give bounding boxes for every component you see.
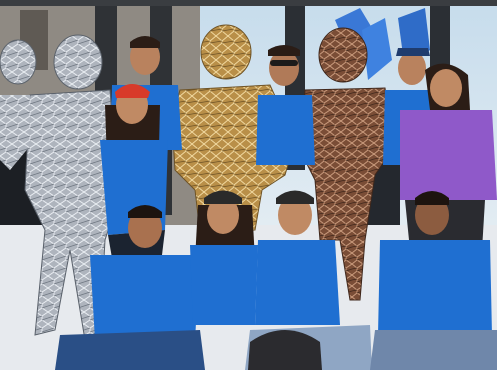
canopy-edge xyxy=(0,0,497,6)
person-front-woman xyxy=(190,190,258,325)
photo-frame xyxy=(0,0,497,370)
group-photo xyxy=(0,0,497,370)
